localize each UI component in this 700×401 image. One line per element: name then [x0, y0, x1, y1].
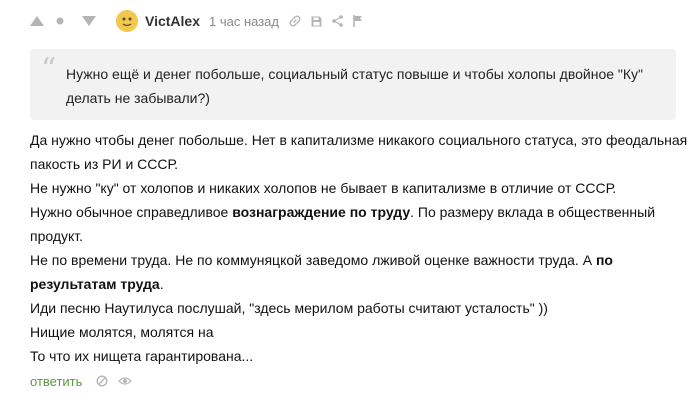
flag-icon[interactable] [353, 15, 363, 27]
text-span: Не по времени труда. Не по коммуняцкой з… [30, 252, 596, 268]
text-span: Не нужно "ку" от холопов и никаких холоп… [30, 180, 617, 196]
eye-icon[interactable] [118, 376, 133, 386]
text-span: То что их нищета гарантирована... [30, 348, 254, 364]
reply-button[interactable]: ответить [30, 374, 82, 389]
vote-controls [30, 16, 96, 26]
quote-icon: “ [41, 52, 57, 87]
text-span: Нужно обычное справедливое [30, 204, 233, 220]
comment-footer: ответить [30, 371, 133, 391]
comment-paragraph: Нужно обычное справедливое вознаграждени… [30, 200, 690, 248]
comment-paragraph: Иди песню Наутилуса послушай, "здесь мер… [30, 296, 690, 320]
comment-paragraph: Да нужно чтобы денег побольше. Нет в кап… [30, 128, 690, 176]
dot-icon [56, 17, 64, 25]
comment-paragraph: То что их нищета гарантирована... [30, 344, 690, 368]
downvote-icon[interactable] [82, 16, 96, 26]
comment-body: Да нужно чтобы денег побольше. Нет в кап… [30, 128, 690, 368]
hide-icon[interactable] [96, 375, 108, 387]
avatar[interactable] [116, 10, 138, 32]
comment-paragraph: Нищие молятся, молятся на [30, 320, 690, 344]
link-icon[interactable] [289, 15, 301, 27]
comment-paragraph: Не по времени труда. Не по коммуняцкой з… [30, 248, 690, 296]
text-span: Да нужно чтобы денег побольше. Нет в кап… [30, 132, 688, 172]
upvote-icon[interactable] [30, 16, 44, 26]
save-icon[interactable] [311, 16, 322, 27]
text-span: Нищие молятся, молятся на [30, 324, 214, 340]
bold-text: вознаграждение по труду [232, 204, 411, 220]
text-span: Иди песню Наутилуса послушай, "здесь мер… [30, 300, 548, 316]
username[interactable]: VictAlex [145, 13, 200, 29]
text-span: . [159, 276, 164, 292]
timestamp[interactable]: 1 час назад [209, 14, 279, 29]
comment-header: VictAlex 1 час назад [30, 9, 363, 33]
quote-text: Нужно ещё и денег побольше, социальный с… [66, 66, 643, 106]
quoted-comment: “ Нужно ещё и денег побольше, социальный… [30, 49, 676, 120]
share-icon[interactable] [332, 15, 343, 27]
comment-paragraph: Не нужно "ку" от холопов и никаких холоп… [30, 176, 690, 200]
